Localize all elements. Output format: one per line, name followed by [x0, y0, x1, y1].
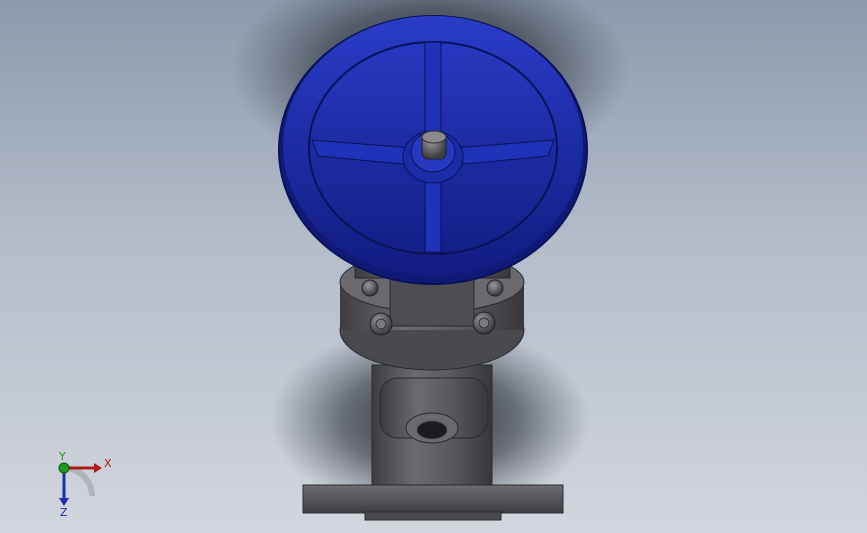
x-axis-arrow	[94, 463, 102, 473]
base-flange	[302, 484, 564, 514]
flange-bolt	[369, 312, 393, 336]
neck-piece	[389, 279, 475, 327]
flange-bolt	[361, 279, 379, 297]
stem-nut	[421, 130, 447, 160]
x-axis-label: X	[104, 457, 112, 470]
y-axis-label: Y	[58, 450, 66, 463]
coordinate-triad: X Y Z	[58, 450, 112, 519]
flange-bolt	[486, 279, 504, 297]
base-flange-foot	[364, 511, 502, 521]
z-axis-label: Z	[60, 506, 68, 519]
triad-arc	[63, 465, 95, 497]
valve-model[interactable]	[0, 0, 867, 533]
flange-bolt	[472, 311, 496, 335]
z-axis-arrow	[59, 498, 69, 506]
graphics-viewport[interactable]: X Y Z	[0, 0, 867, 533]
port-inner	[416, 420, 448, 440]
y-axis-dot	[58, 462, 70, 474]
